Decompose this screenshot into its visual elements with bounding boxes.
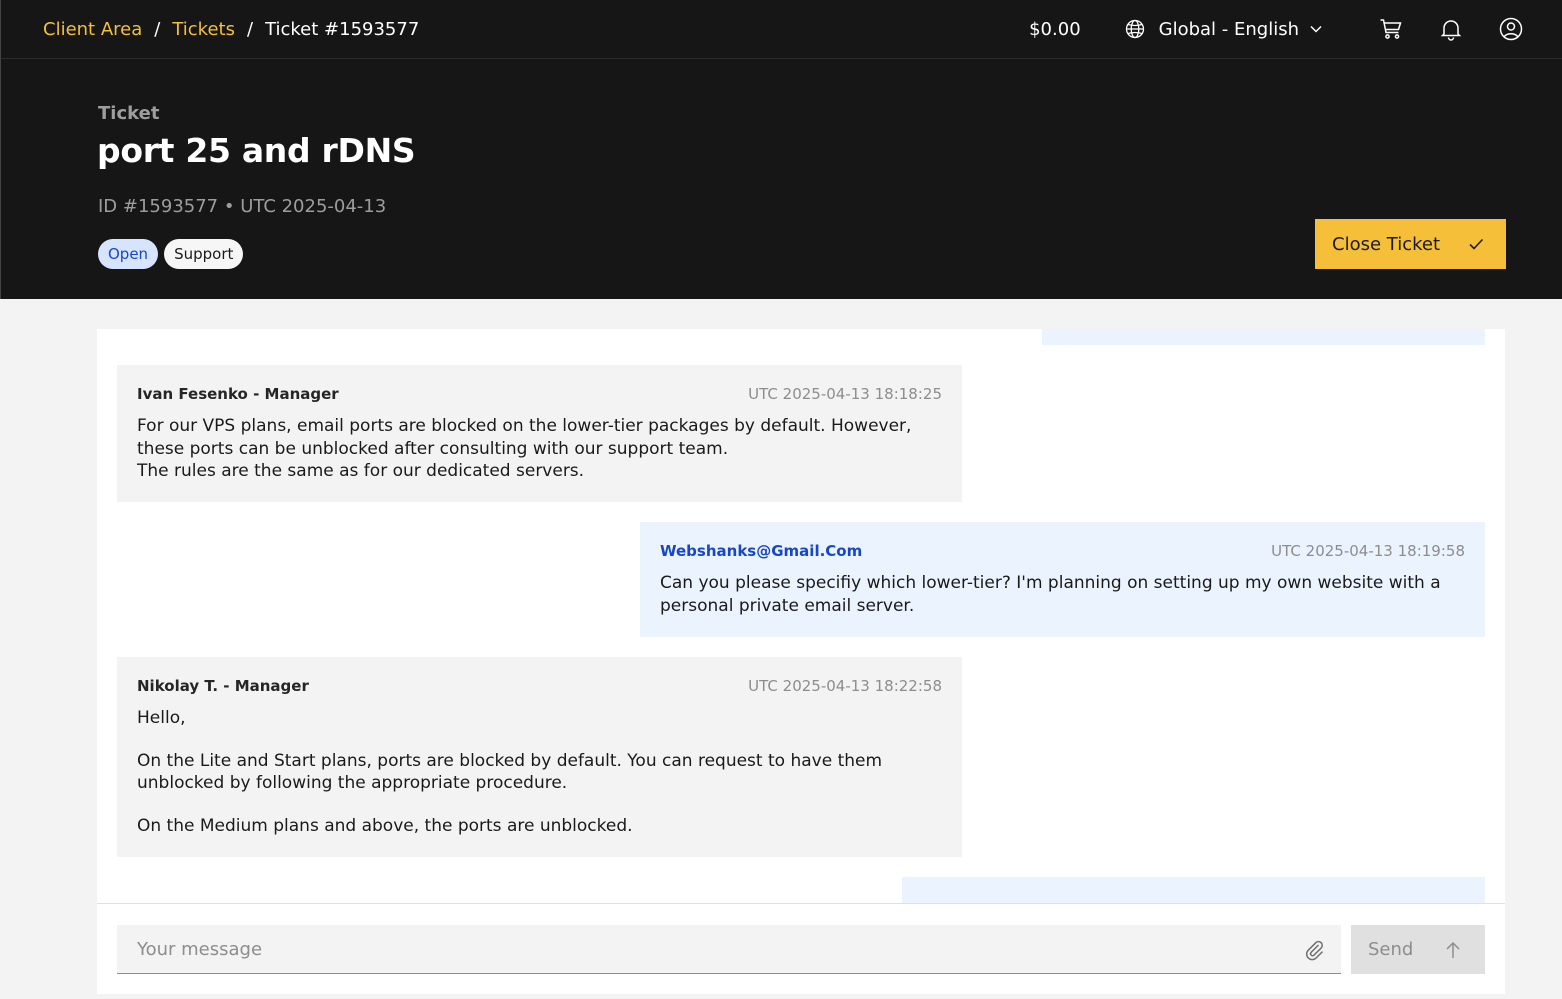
message-input[interactable]: [117, 925, 1341, 974]
language-label: Global - English: [1158, 18, 1299, 40]
message-paragraph: The rules are the same as for our dedica…: [137, 461, 585, 481]
message-bubble: Webshanks@Gmail.Com UTC 2025-04-13 18:19…: [640, 522, 1485, 637]
cart-button[interactable]: [1361, 0, 1421, 58]
conversation-panel: Ivan Fesenko - Manager UTC 2025-04-13 18…: [97, 329, 1505, 994]
message-bubble: Nikolay T. - Manager UTC 2025-04-13 18:2…: [117, 657, 962, 857]
cart-icon: [1380, 19, 1402, 39]
message-timestamp: UTC 2025-04-13 18:19:58: [1271, 542, 1465, 560]
top-bar: Client Area / Tickets / Ticket #1593577 …: [0, 0, 1562, 59]
message-bubble-partial: [1042, 329, 1485, 345]
paperclip-icon[interactable]: [1304, 939, 1326, 961]
breadcrumb: Client Area / Tickets / Ticket #1593577: [43, 0, 419, 58]
message-paragraph: For our VPS plans, email ports are block…: [137, 416, 912, 459]
chevron-down-icon: [1310, 25, 1322, 33]
message-paragraph: Hello,: [137, 708, 186, 728]
status-badge: Open: [98, 239, 159, 269]
account-button[interactable]: [1481, 0, 1541, 58]
category-badge: Support: [164, 239, 244, 269]
message-paragraph: On the Medium plans and above, the ports…: [137, 815, 633, 836]
breadcrumb-separator: /: [154, 18, 161, 40]
message-timestamp: UTC 2025-04-13 18:18:25: [748, 385, 942, 403]
page-title: port 25 and rDNS: [97, 131, 416, 170]
ticket-header: Ticket port 25 and rDNS ID #1593577 • UT…: [0, 59, 1562, 299]
user-icon: [1499, 17, 1523, 41]
checkmark-icon: [1469, 238, 1484, 250]
breadcrumb-current: Ticket #1593577: [265, 18, 420, 40]
message-bubble: Ivan Fesenko - Manager UTC 2025-04-13 18…: [117, 365, 962, 502]
message-body: For our VPS plans, email ports are block…: [137, 415, 942, 483]
language-selector[interactable]: Global - English: [1125, 19, 1323, 40]
message-author: Nikolay T. - Manager: [137, 677, 309, 695]
send-label: Send: [1368, 939, 1414, 960]
message-paragraph: Can you please specifiy which lower-tier…: [660, 573, 1441, 616]
breadcrumb-separator: /: [246, 18, 254, 40]
notifications-button[interactable]: [1421, 0, 1481, 58]
close-ticket-button[interactable]: Close Ticket: [1315, 219, 1506, 269]
message-paragraph: On the Lite and Start plans, ports are b…: [137, 750, 883, 794]
message-author: Webshanks@Gmail.Com: [660, 542, 863, 560]
breadcrumb-client-area[interactable]: Client Area: [43, 19, 142, 40]
breadcrumb-tickets[interactable]: Tickets: [172, 19, 235, 40]
ticket-eyebrow: Ticket: [98, 103, 160, 124]
message-timestamp: UTC 2025-04-13 18:22:58: [748, 677, 942, 695]
account-balance[interactable]: $0.00: [1029, 19, 1081, 40]
arrow-up-icon: [1446, 941, 1460, 958]
message-body: Hello, On the Lite and Start plans, port…: [137, 707, 942, 837]
message-composer: Send: [97, 903, 1505, 994]
topbar-actions: $0.00 Global - English: [1029, 0, 1562, 58]
close-ticket-label: Close Ticket: [1332, 233, 1441, 255]
send-button[interactable]: Send: [1351, 925, 1485, 974]
message-bubble-partial: [902, 877, 1485, 903]
ticket-badges: Open Support: [98, 239, 244, 269]
message-body: Can you please specifiy which lower-tier…: [660, 572, 1465, 617]
message-author: Ivan Fesenko - Manager: [137, 385, 339, 403]
globe-icon: [1125, 19, 1144, 39]
bell-icon: [1440, 20, 1462, 41]
message-thread[interactable]: Ivan Fesenko - Manager UTC 2025-04-13 18…: [97, 329, 1505, 903]
ticket-meta: ID #1593577 • UTC 2025-04-13: [98, 196, 387, 217]
